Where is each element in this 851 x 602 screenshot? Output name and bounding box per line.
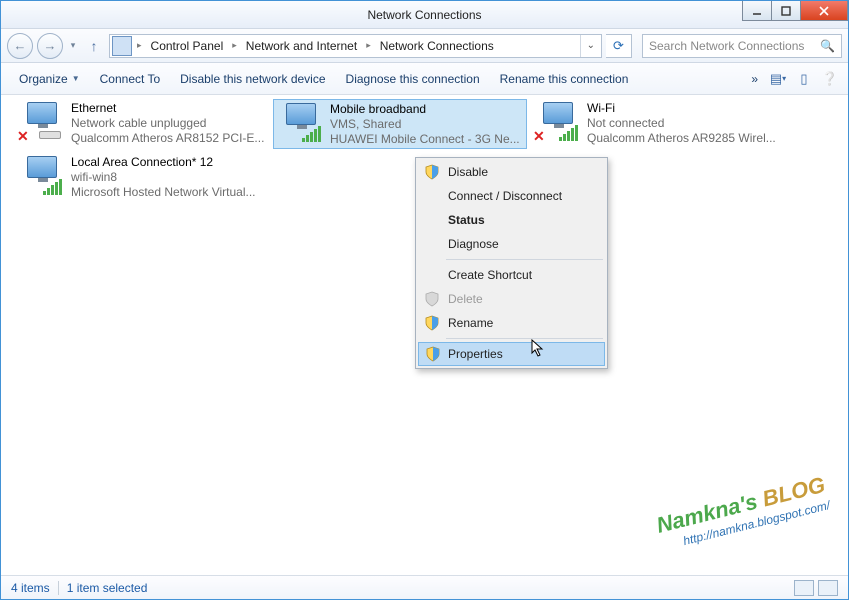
up-button[interactable]: ↑ [83,35,105,57]
ethernet-icon: ✕ [17,101,67,143]
search-icon: 🔍 [820,39,835,53]
connection-local-area-12[interactable]: Local Area Connection* 12 wifi-win8 Micr… [15,153,269,203]
shield-icon [424,291,440,307]
address-dropdown[interactable]: ⌄ [580,35,601,57]
refresh-button[interactable]: ⟳ [606,34,632,58]
network-connections-window: Network Connections ← → ▾ ↑ ▸ Control Pa… [0,0,849,600]
window-title: Network Connections [1,8,848,22]
connect-to-button[interactable]: Connect To [90,63,171,94]
connection-status: Network cable unplugged [71,116,264,131]
connection-name: Mobile broadband [330,102,520,117]
location-icon [112,36,132,56]
minimize-button[interactable] [742,1,772,21]
local-area-icon [17,155,67,197]
maximize-button[interactable] [771,1,801,21]
diagnose-button[interactable]: Diagnose this connection [336,63,490,94]
rename-button[interactable]: Rename this connection [490,63,639,94]
preview-pane-button[interactable]: ▯ [794,69,814,89]
content-area: ✕ Ethernet Network cable unplugged Qualc… [1,95,848,575]
forward-button[interactable]: → [37,33,63,59]
help-button[interactable]: ❔ [820,69,840,89]
connection-name: Ethernet [71,101,264,116]
search-box[interactable]: Search Network Connections 🔍 [642,34,842,58]
shield-icon [424,315,440,331]
breadcrumb-network-internet[interactable]: Network and Internet [240,35,363,57]
shield-icon [424,164,440,180]
connection-status: wifi-win8 [71,170,256,185]
connection-status: Not connected [587,116,776,131]
window-controls [743,1,848,21]
context-menu: Disable Connect / Disconnect Status Diag… [415,157,608,369]
connection-ethernet[interactable]: ✕ Ethernet Network cable unplugged Qualc… [15,99,269,149]
wifi-icon: ✕ [533,101,583,143]
breadcrumb-chevron[interactable]: ▸ [229,40,240,51]
status-item-count: 4 items [11,581,50,595]
ctx-delete: Delete [418,287,605,311]
mobile-broadband-icon [276,102,326,144]
ctx-status[interactable]: Status [418,208,605,232]
ctx-connect-disconnect[interactable]: Connect / Disconnect [418,184,605,208]
shield-icon [425,346,441,362]
ctx-rename[interactable]: Rename [418,311,605,335]
status-separator [58,581,59,595]
disable-device-button[interactable]: Disable this network device [170,63,335,94]
view-options-button[interactable]: ▤▾ [768,69,788,89]
breadcrumb-chevron[interactable]: ▸ [363,40,374,51]
connection-wifi[interactable]: ✕ Wi-Fi Not connected Qualcomm Atheros A… [531,99,785,149]
navigation-bar: ← → ▾ ↑ ▸ Control Panel ▸ Network and In… [1,29,848,63]
status-selected-count: 1 item selected [67,581,148,595]
details-view-button[interactable] [794,580,814,596]
back-button[interactable]: ← [7,33,33,59]
ctx-separator [446,259,603,260]
connection-device: HUAWEI Mobile Connect - 3G Ne... [330,132,520,147]
breadcrumb-control-panel[interactable]: Control Panel [145,35,230,57]
ctx-disable[interactable]: Disable [418,160,605,184]
status-bar: 4 items 1 item selected [1,575,848,599]
titlebar: Network Connections [1,1,848,29]
organize-menu[interactable]: Organize▼ [9,63,90,94]
address-bar[interactable]: ▸ Control Panel ▸ Network and Internet ▸… [109,34,602,58]
breadcrumb-chevron[interactable]: ▸ [134,40,145,51]
connection-device: Microsoft Hosted Network Virtual... [71,185,256,200]
connection-device: Qualcomm Atheros AR9285 Wirel... [587,131,776,146]
search-placeholder: Search Network Connections [649,39,804,53]
ctx-properties[interactable]: Properties [418,342,605,366]
ctx-separator [446,338,603,339]
ctx-create-shortcut[interactable]: Create Shortcut [418,263,605,287]
ctx-diagnose[interactable]: Diagnose [418,232,605,256]
breadcrumb-network-connections[interactable]: Network Connections [374,35,500,57]
tiles-view-button[interactable] [818,580,838,596]
watermark: Namkna's BLOG http://namkna.blogspot.com… [655,476,832,556]
connection-mobile-broadband[interactable]: Mobile broadband VMS, Shared HUAWEI Mobi… [273,99,527,149]
history-dropdown[interactable]: ▾ [67,40,79,51]
connection-name: Local Area Connection* 12 [71,155,256,170]
command-bar: Organize▼ Connect To Disable this networ… [1,63,848,95]
connection-device: Qualcomm Atheros AR8152 PCI-E... [71,131,264,146]
close-button[interactable] [800,1,848,21]
connection-name: Wi-Fi [587,101,776,116]
connection-status: VMS, Shared [330,117,520,132]
overflow-button[interactable]: » [747,72,762,86]
